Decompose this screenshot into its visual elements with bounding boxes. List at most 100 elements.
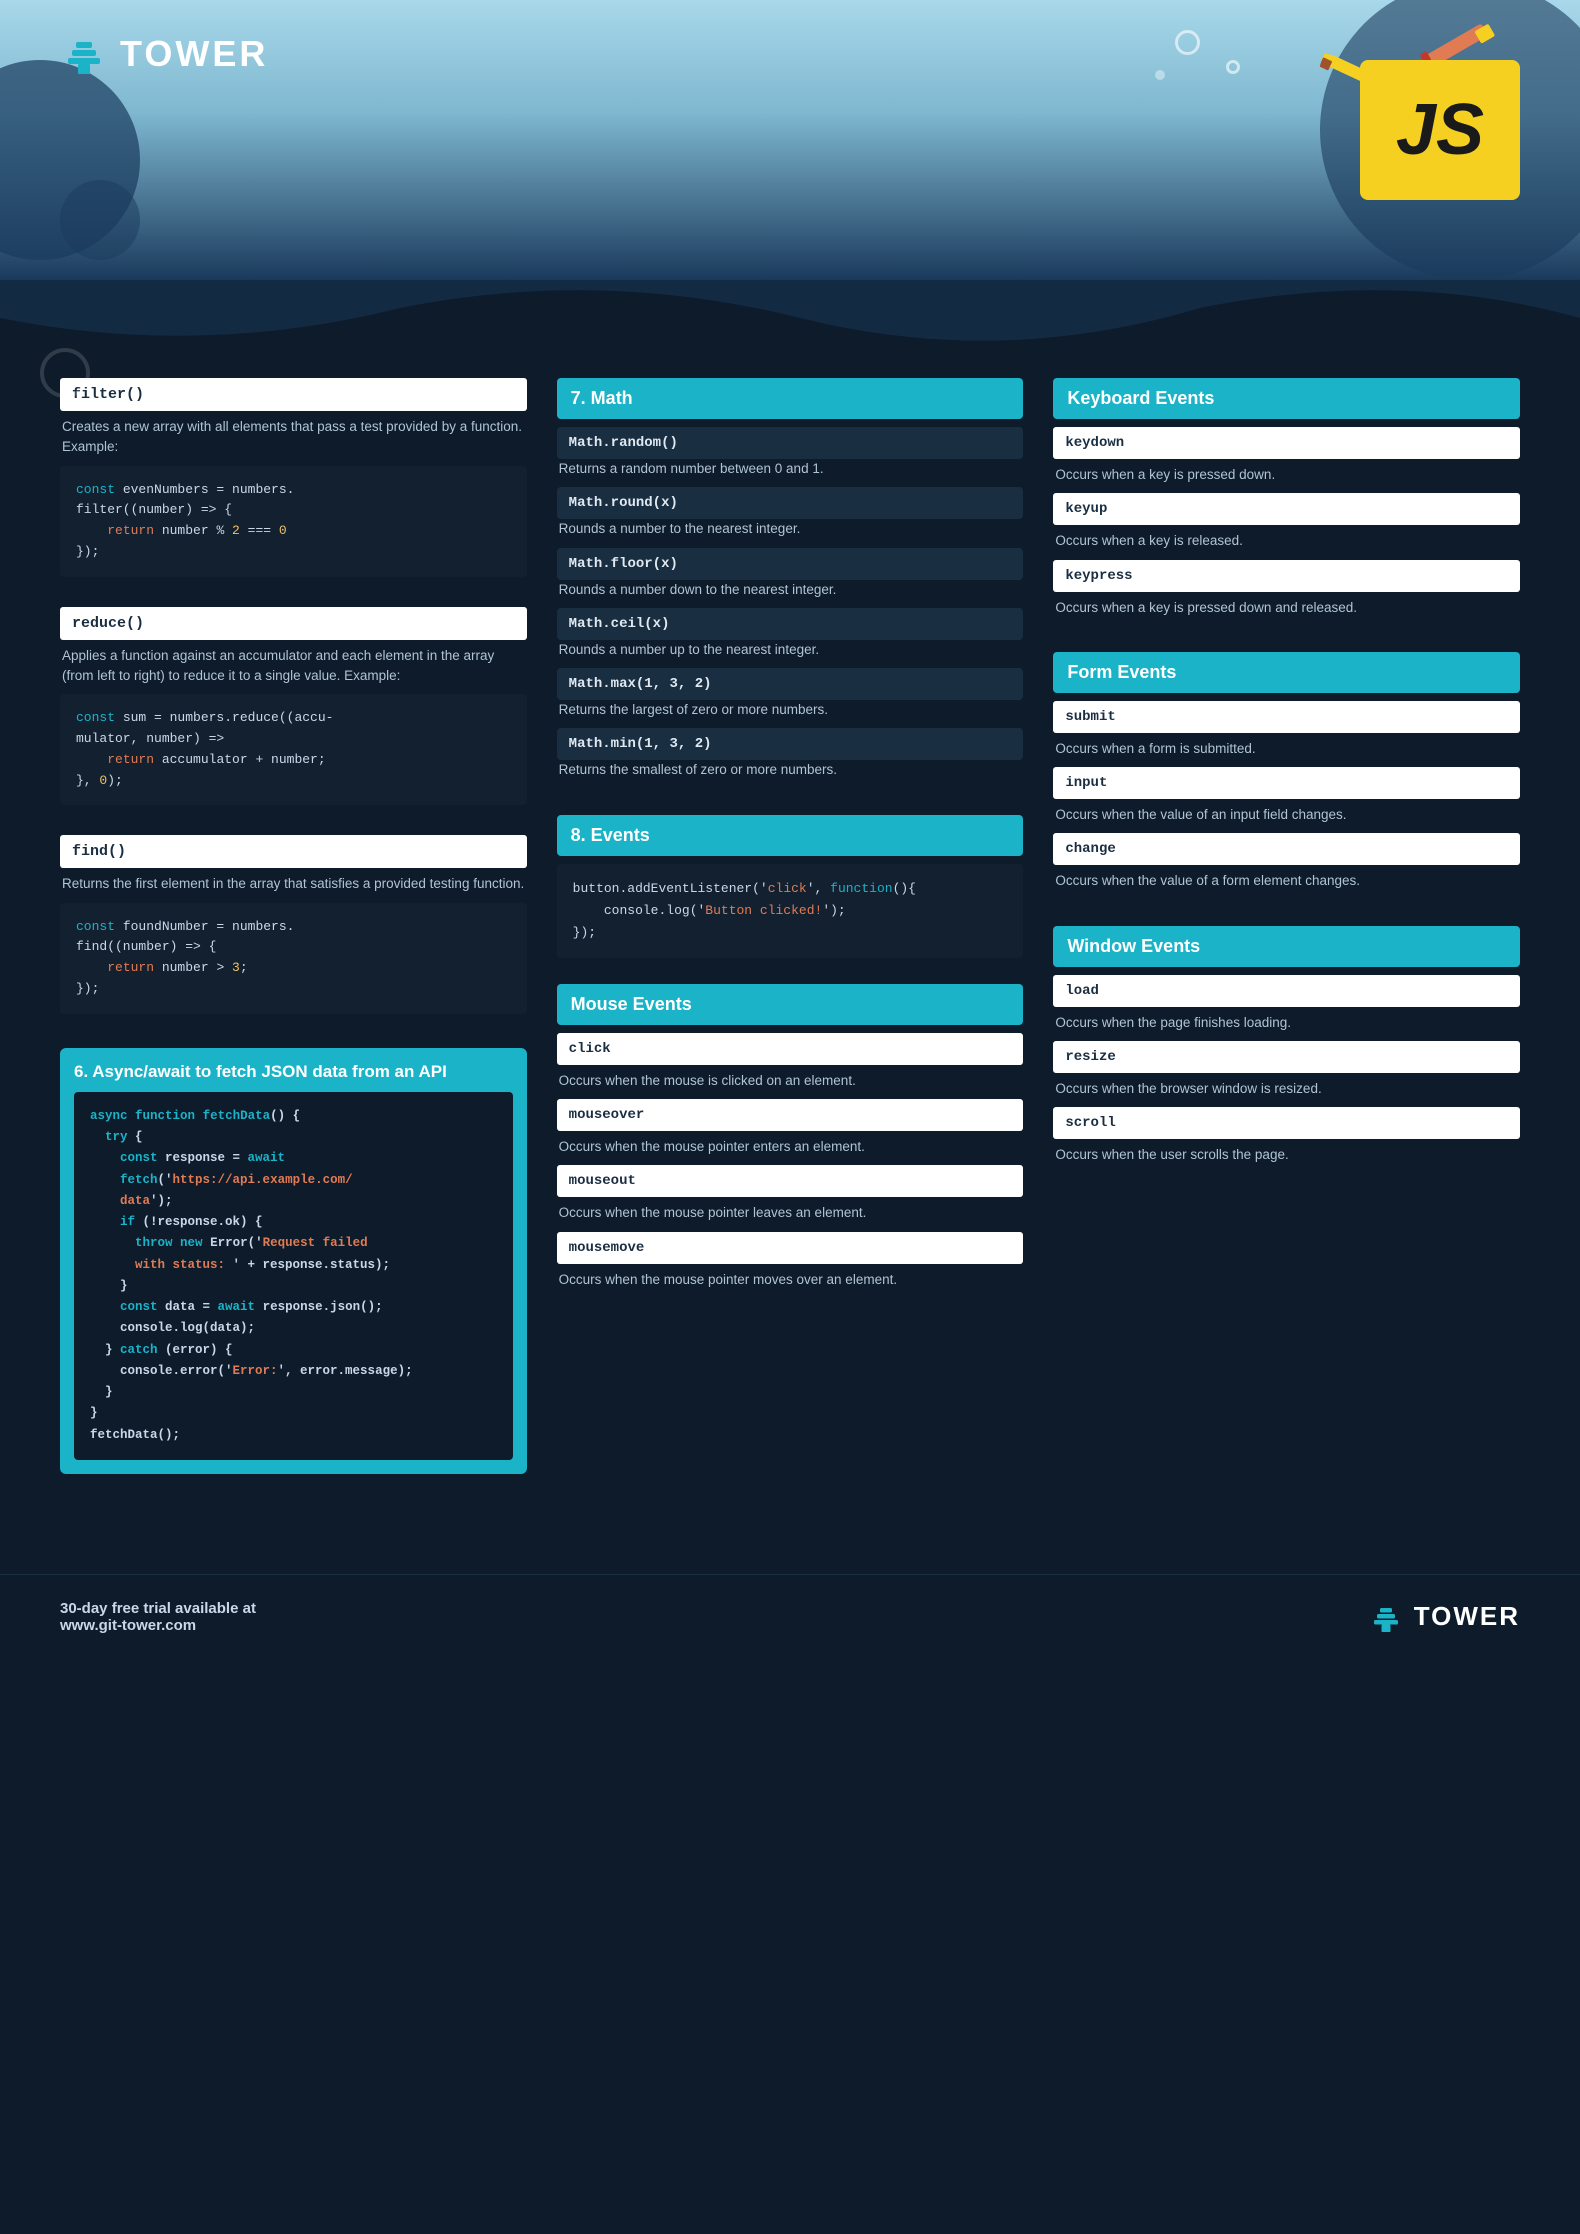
input-name: input	[1053, 767, 1520, 799]
mouse-click-name: click	[557, 1033, 1024, 1065]
async-title: 6. Async/await to fetch JSON data from a…	[60, 1048, 527, 1474]
input-desc: Occurs when the value of an input field …	[1053, 805, 1520, 833]
math-random-desc: Returns a random number between 0 and 1.	[557, 459, 1024, 487]
async-code: async function fetchData() { try { const…	[74, 1092, 513, 1460]
left-column: filter() Creates a new array with all el…	[60, 378, 527, 1474]
find-description: Returns the first element in the array t…	[60, 874, 527, 902]
js-badge: JS	[1320, 20, 1520, 200]
math-random: Math.random() Returns a random number be…	[557, 427, 1024, 487]
filter-section: filter() Creates a new array with all el…	[60, 378, 527, 577]
js-badge-area: JS	[1320, 20, 1520, 200]
load-desc: Occurs when the page finishes loading.	[1053, 1013, 1520, 1041]
mouse-events-title: Mouse Events	[557, 984, 1024, 1025]
math-section: 7. Math Math.random() Returns a random n…	[557, 378, 1024, 789]
events-code: button.addEventListener('click', functio…	[557, 864, 1024, 958]
load-name: load	[1053, 975, 1520, 1007]
keypress-name: keypress	[1053, 560, 1520, 592]
header-logo-text: TOWER	[120, 33, 268, 75]
submit-name: submit	[1053, 701, 1520, 733]
tower-logo-icon	[60, 30, 108, 78]
mouse-mousemove-name: mousemove	[557, 1232, 1024, 1264]
math-round-desc: Rounds a number to the nearest integer.	[557, 519, 1024, 547]
math-ceil-desc: Rounds a number up to the nearest intege…	[557, 640, 1024, 668]
change-name: change	[1053, 833, 1520, 865]
deco-circle-3	[1155, 70, 1165, 80]
mouse-click-desc: Occurs when the mouse is clicked on an e…	[557, 1071, 1024, 1099]
mouse-mouseout-desc: Occurs when the mouse pointer leaves an …	[557, 1203, 1024, 1231]
filter-description: Creates a new array with all elements th…	[60, 417, 527, 466]
footer-line2: www.git-tower.com	[60, 1617, 256, 1634]
js-badge-background: JS	[1360, 60, 1520, 200]
find-title: find()	[60, 835, 527, 868]
keydown-name: keydown	[1053, 427, 1520, 459]
keydown-desc: Occurs when a key is pressed down.	[1053, 465, 1520, 493]
footer-line1: 30-day free trial available at	[60, 1600, 256, 1617]
math-title: 7. Math	[557, 378, 1024, 419]
reduce-code: const sum = numbers.reduce((accu- mulato…	[60, 694, 527, 805]
math-floor-name: Math.floor(x)	[557, 548, 1024, 580]
window-load: load Occurs when the page finishes loadi…	[1053, 975, 1520, 1041]
mouse-mouseout: mouseout Occurs when the mouse pointer l…	[557, 1165, 1024, 1231]
resize-name: resize	[1053, 1041, 1520, 1073]
find-section: find() Returns the first element in the …	[60, 835, 527, 1013]
math-min: Math.min(1, 3, 2) Returns the smallest o…	[557, 728, 1024, 788]
math-floor: Math.floor(x) Rounds a number down to th…	[557, 548, 1024, 608]
events-title: 8. Events	[557, 815, 1024, 856]
window-events-title: Window Events	[1053, 926, 1520, 967]
window-scroll: scroll Occurs when the user scrolls the …	[1053, 1107, 1520, 1173]
key-keypress: keypress Occurs when a key is pressed do…	[1053, 560, 1520, 626]
math-ceil-name: Math.ceil(x)	[557, 608, 1024, 640]
scroll-name: scroll	[1053, 1107, 1520, 1139]
window-events-section: Window Events load Occurs when the page …	[1053, 926, 1520, 1174]
header: TOWER JS	[0, 0, 1580, 280]
footer-text-area: 30-day free trial available at www.git-t…	[60, 1600, 256, 1634]
form-input: input Occurs when the value of an input …	[1053, 767, 1520, 833]
keypress-desc: Occurs when a key is pressed down and re…	[1053, 598, 1520, 626]
reduce-description: Applies a function against an accumulato…	[60, 646, 527, 695]
key-keydown: keydown Occurs when a key is pressed dow…	[1053, 427, 1520, 493]
footer-logo: TOWER	[1368, 1599, 1520, 1635]
form-events-title: Form Events	[1053, 652, 1520, 693]
reduce-section: reduce() Applies a function against an a…	[60, 607, 527, 806]
keyup-desc: Occurs when a key is released.	[1053, 531, 1520, 559]
math-min-desc: Returns the smallest of zero or more num…	[557, 760, 1024, 788]
mouse-mouseout-name: mouseout	[557, 1165, 1024, 1197]
math-ceil: Math.ceil(x) Rounds a number up to the n…	[557, 608, 1024, 668]
math-max-name: Math.max(1, 3, 2)	[557, 668, 1024, 700]
footer: 30-day free trial available at www.git-t…	[0, 1574, 1580, 1659]
js-badge-label: JS	[1396, 89, 1484, 171]
middle-column: 7. Math Math.random() Returns a random n…	[557, 378, 1024, 1474]
math-max: Math.max(1, 3, 2) Returns the largest of…	[557, 668, 1024, 728]
math-random-name: Math.random()	[557, 427, 1024, 459]
resize-desc: Occurs when the browser window is resize…	[1053, 1079, 1520, 1107]
mouse-mousemove: mousemove Occurs when the mouse pointer …	[557, 1232, 1024, 1298]
window-resize: resize Occurs when the browser window is…	[1053, 1041, 1520, 1107]
mouse-mouseover-name: mouseover	[557, 1099, 1024, 1131]
deco-circle-bottom	[40, 348, 90, 398]
mouse-mousemove-desc: Occurs when the mouse pointer moves over…	[557, 1270, 1024, 1298]
submit-desc: Occurs when a form is submitted.	[1053, 739, 1520, 767]
math-max-desc: Returns the largest of zero or more numb…	[557, 700, 1024, 728]
filter-title: filter()	[60, 378, 527, 411]
async-section: 6. Async/await to fetch JSON data from a…	[60, 1048, 527, 1474]
deco-blob-left2	[60, 180, 140, 260]
mouse-click: click Occurs when the mouse is clicked o…	[557, 1033, 1024, 1099]
mouse-events-section: Mouse Events click Occurs when the mouse…	[557, 984, 1024, 1298]
keyup-name: keyup	[1053, 493, 1520, 525]
right-column: Keyboard Events keydown Occurs when a ke…	[1053, 378, 1520, 1474]
mouse-mouseover: mouseover Occurs when the mouse pointer …	[557, 1099, 1024, 1165]
keyboard-events-title: Keyboard Events	[1053, 378, 1520, 419]
keyboard-events-section: Keyboard Events keydown Occurs when a ke…	[1053, 378, 1520, 626]
mouse-mouseover-desc: Occurs when the mouse pointer enters an …	[557, 1137, 1024, 1165]
deco-circle-1	[1175, 30, 1200, 55]
math-round-name: Math.round(x)	[557, 487, 1024, 519]
logo-area: TOWER	[60, 30, 268, 78]
math-min-name: Math.min(1, 3, 2)	[557, 728, 1024, 760]
form-submit: submit Occurs when a form is submitted.	[1053, 701, 1520, 767]
scroll-desc: Occurs when the user scrolls the page.	[1053, 1145, 1520, 1173]
key-keyup: keyup Occurs when a key is released.	[1053, 493, 1520, 559]
events-section: 8. Events button.addEventListener('click…	[557, 815, 1024, 958]
change-desc: Occurs when the value of a form element …	[1053, 871, 1520, 899]
math-round: Math.round(x) Rounds a number to the nea…	[557, 487, 1024, 547]
footer-logo-text: TOWER	[1414, 1601, 1520, 1632]
